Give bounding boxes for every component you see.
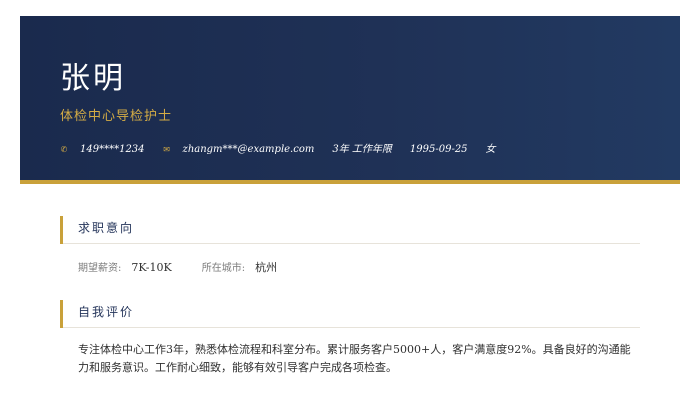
phone-contact: ✆ 149****1234: [60, 142, 145, 158]
salary-value: 7K-10K: [131, 261, 172, 274]
gender: 女: [486, 142, 496, 158]
self-evaluation-text: 专注体检中心工作3年，熟悉体检流程和科室分布。累计服务客户5000+人，客户满意…: [78, 343, 631, 374]
experience-value: 3年 工作年限: [332, 144, 392, 155]
section-title: 自我评价: [78, 305, 135, 319]
birth-date-value: 1995-09-25: [409, 144, 468, 155]
job-intent-details: 期望薪资: 7K-10K 所在城市: 杭州: [78, 259, 307, 275]
mail-icon: ✉: [163, 145, 170, 154]
resume-page: 张明 体检中心导检护士 ✆ 149****1234 ✉ zhangm***@ex…: [0, 0, 700, 400]
phone-value: 149****1234: [80, 144, 145, 155]
email-contact: ✉ zhangm***@example.com: [163, 142, 315, 158]
job-title: 体检中心导检护士: [60, 109, 173, 124]
email-value: zhangm***@example.com: [182, 144, 315, 155]
section-title: 求职意向: [78, 221, 135, 235]
self-evaluation-section: 自我评价 专注体检中心工作3年，熟悉体检流程和科室分布。累计服务客户5000+人…: [60, 300, 640, 390]
contact-row: ✆ 149****1234 ✉ zhangm***@example.com 3年…: [60, 142, 514, 158]
city-label: 所在城市:: [201, 263, 246, 274]
section-header: 自我评价: [60, 300, 640, 328]
section-accent-bar: [60, 216, 63, 244]
phone-icon: ✆: [60, 145, 68, 154]
city-value: 杭州: [255, 261, 278, 274]
candidate-name: 张明: [60, 61, 126, 96]
job-intent-section: 求职意向 期望薪资: 7K-10K 所在城市: 杭州: [60, 216, 640, 286]
resume-header: 张明 体检中心导检护士 ✆ 149****1234 ✉ zhangm***@ex…: [20, 16, 680, 184]
salary-label: 期望薪资:: [78, 263, 122, 274]
section-accent-bar: [60, 300, 63, 328]
experience-years: 3年 工作年限: [332, 142, 392, 158]
section-header: 求职意向: [60, 216, 640, 244]
birth-date: 1995-09-25: [410, 142, 468, 158]
gender-value: 女: [485, 144, 496, 155]
